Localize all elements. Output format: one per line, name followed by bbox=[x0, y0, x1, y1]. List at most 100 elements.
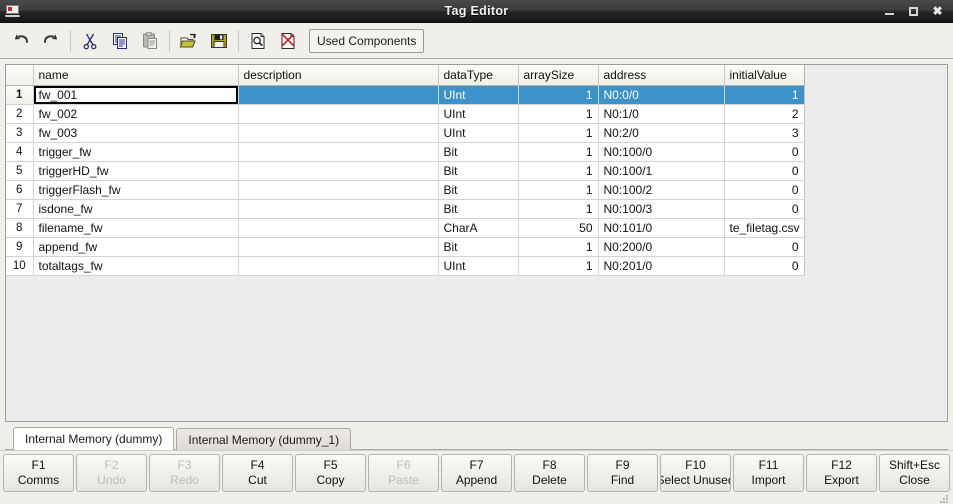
table-row[interactable]: 6triggerFlash_fwBit1N0:100/20 bbox=[6, 181, 804, 200]
cell-datatype[interactable]: Bit bbox=[438, 162, 518, 181]
column-header-initialvalue[interactable]: initialValue bbox=[724, 65, 804, 86]
title-bar[interactable]: Tag Editor ✖ bbox=[0, 0, 953, 23]
cell-address[interactable]: N0:2/0 bbox=[598, 124, 724, 143]
cell-datatype[interactable]: Bit bbox=[438, 200, 518, 219]
cell-arraysize[interactable]: 1 bbox=[518, 143, 598, 162]
cell-name[interactable]: trigger_fw bbox=[33, 143, 238, 162]
fkey-select-unused[interactable]: F10Select Unused bbox=[660, 454, 731, 492]
tab-memory-1[interactable]: Internal Memory (dummy_1) bbox=[176, 428, 351, 450]
table-row[interactable]: 10totaltags_fwUInt1N0:201/00 bbox=[6, 257, 804, 276]
cell-description[interactable] bbox=[238, 238, 438, 257]
cell-description[interactable] bbox=[238, 86, 438, 105]
cell-arraysize[interactable]: 1 bbox=[518, 124, 598, 143]
cell-arraysize[interactable]: 1 bbox=[518, 238, 598, 257]
cell-description[interactable] bbox=[238, 181, 438, 200]
cell-address[interactable]: N0:1/0 bbox=[598, 105, 724, 124]
cell-name[interactable]: fw_001 bbox=[33, 86, 238, 105]
cell-name[interactable]: filename_fw bbox=[33, 219, 238, 238]
fkey-export[interactable]: F12Export bbox=[806, 454, 877, 492]
cell-name[interactable]: isdone_fw bbox=[33, 200, 238, 219]
fkey-comms[interactable]: F1Comms bbox=[3, 454, 74, 492]
cell-description[interactable] bbox=[238, 143, 438, 162]
column-header-description[interactable]: description bbox=[238, 65, 438, 86]
cell-description[interactable] bbox=[238, 105, 438, 124]
cell-address[interactable]: N0:101/0 bbox=[598, 219, 724, 238]
minimize-button[interactable] bbox=[884, 6, 895, 17]
cell-initialvalue[interactable]: 2 bbox=[724, 105, 804, 124]
cell-name[interactable]: totaltags_fw bbox=[33, 257, 238, 276]
cell-initialvalue[interactable]: 1 bbox=[724, 86, 804, 105]
fkey-find[interactable]: F9Find bbox=[587, 454, 658, 492]
delete-report-icon[interactable] bbox=[273, 27, 303, 55]
cell-datatype[interactable]: Bit bbox=[438, 181, 518, 200]
cell-address[interactable]: N0:100/3 bbox=[598, 200, 724, 219]
cell-datatype[interactable]: CharA bbox=[438, 219, 518, 238]
fkey-cut[interactable]: F4Cut bbox=[222, 454, 293, 492]
column-header-arraysize[interactable]: arraySize bbox=[518, 65, 598, 86]
cell-initialvalue[interactable]: 0 bbox=[724, 257, 804, 276]
cell-initialvalue[interactable]: te_filetag.csv bbox=[724, 219, 804, 238]
fkey-close[interactable]: Shift+EscClose bbox=[879, 454, 950, 492]
cell-datatype[interactable]: UInt bbox=[438, 257, 518, 276]
cell-initialvalue[interactable]: 3 bbox=[724, 124, 804, 143]
cell-arraysize[interactable]: 1 bbox=[518, 86, 598, 105]
cell-datatype[interactable]: Bit bbox=[438, 238, 518, 257]
cell-address[interactable]: N0:0/0 bbox=[598, 86, 724, 105]
cell-initialvalue[interactable]: 0 bbox=[724, 238, 804, 257]
cell-datatype[interactable]: UInt bbox=[438, 124, 518, 143]
cell-description[interactable] bbox=[238, 257, 438, 276]
cell-initialvalue[interactable]: 0 bbox=[724, 143, 804, 162]
fkey-import[interactable]: F11Import bbox=[733, 454, 804, 492]
cell-arraysize[interactable]: 1 bbox=[518, 200, 598, 219]
copy-icon[interactable] bbox=[105, 27, 135, 55]
column-header-name[interactable]: name bbox=[33, 65, 238, 86]
tab-memory-0[interactable]: Internal Memory (dummy) bbox=[13, 427, 174, 450]
cell-name[interactable]: triggerHD_fw bbox=[33, 162, 238, 181]
save-icon[interactable] bbox=[204, 27, 234, 55]
cut-icon[interactable] bbox=[75, 27, 105, 55]
table-row[interactable]: 1fw_001UInt1N0:0/01 bbox=[6, 86, 804, 105]
cell-description[interactable] bbox=[238, 124, 438, 143]
fkey-delete[interactable]: F8Delete bbox=[514, 454, 585, 492]
open-icon[interactable] bbox=[174, 27, 204, 55]
resize-grip-icon[interactable] bbox=[939, 495, 949, 503]
table-row[interactable]: 4trigger_fwBit1N0:100/00 bbox=[6, 143, 804, 162]
maximize-button[interactable] bbox=[908, 6, 919, 17]
cell-initialvalue[interactable]: 0 bbox=[724, 200, 804, 219]
column-header-datatype[interactable]: dataType bbox=[438, 65, 518, 86]
cell-name[interactable]: fw_002 bbox=[33, 105, 238, 124]
cell-address[interactable]: N0:201/0 bbox=[598, 257, 724, 276]
table-row[interactable]: 9append_fwBit1N0:200/00 bbox=[6, 238, 804, 257]
cell-datatype[interactable]: UInt bbox=[438, 105, 518, 124]
cell-arraysize[interactable]: 1 bbox=[518, 181, 598, 200]
cell-description[interactable] bbox=[238, 162, 438, 181]
cell-arraysize[interactable]: 50 bbox=[518, 219, 598, 238]
cell-arraysize[interactable]: 1 bbox=[518, 105, 598, 124]
cell-datatype[interactable]: UInt bbox=[438, 86, 518, 105]
cell-description[interactable] bbox=[238, 200, 438, 219]
cell-address[interactable]: N0:100/2 bbox=[598, 181, 724, 200]
close-button[interactable]: ✖ bbox=[932, 6, 943, 17]
cell-name[interactable]: append_fw bbox=[33, 238, 238, 257]
cell-description[interactable] bbox=[238, 219, 438, 238]
table-row[interactable]: 5triggerHD_fwBit1N0:100/10 bbox=[6, 162, 804, 181]
table-row[interactable]: 8filename_fwCharA50N0:101/0te_filetag.cs… bbox=[6, 219, 804, 238]
cell-address[interactable]: N0:200/0 bbox=[598, 238, 724, 257]
used-components-button[interactable]: Used Components bbox=[309, 29, 424, 53]
cell-datatype[interactable]: Bit bbox=[438, 143, 518, 162]
table-row[interactable]: 7isdone_fwBit1N0:100/30 bbox=[6, 200, 804, 219]
cell-name[interactable]: triggerFlash_fw bbox=[33, 181, 238, 200]
table-row[interactable]: 2fw_002UInt1N0:1/02 bbox=[6, 105, 804, 124]
column-header-address[interactable]: address bbox=[598, 65, 724, 86]
table-row[interactable]: 3fw_003UInt1N0:2/03 bbox=[6, 124, 804, 143]
redo-icon[interactable] bbox=[36, 27, 66, 55]
cell-initialvalue[interactable]: 0 bbox=[724, 162, 804, 181]
cell-name[interactable]: fw_003 bbox=[33, 124, 238, 143]
cell-initialvalue[interactable]: 0 bbox=[724, 181, 804, 200]
fkey-append[interactable]: F7Append bbox=[441, 454, 512, 492]
undo-icon[interactable] bbox=[6, 27, 36, 55]
cell-arraysize[interactable]: 1 bbox=[518, 257, 598, 276]
cell-address[interactable]: N0:100/1 bbox=[598, 162, 724, 181]
cell-arraysize[interactable]: 1 bbox=[518, 162, 598, 181]
fkey-copy[interactable]: F5Copy bbox=[295, 454, 366, 492]
